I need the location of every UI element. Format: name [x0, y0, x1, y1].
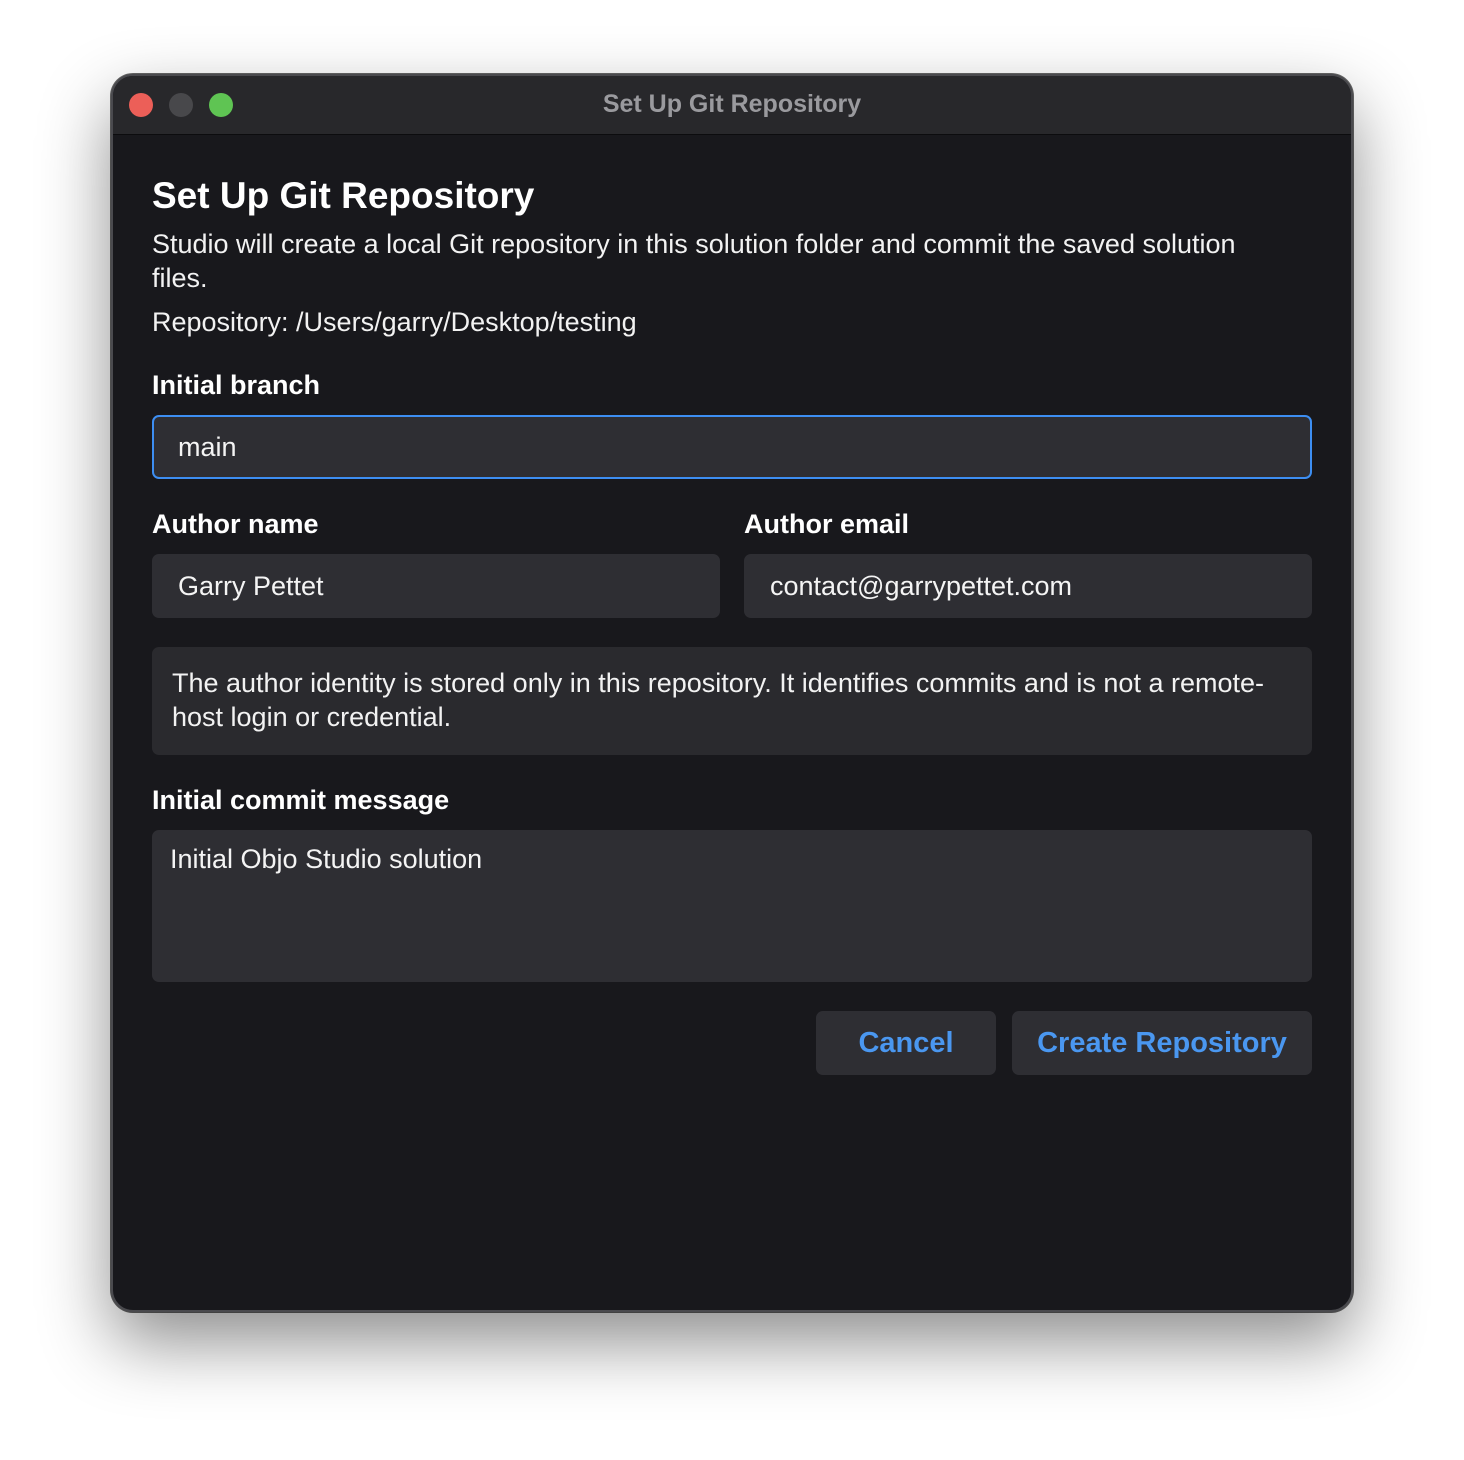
- window-title: Set Up Git Repository: [602, 90, 862, 118]
- dialog-description: Studio will create a local Git repositor…: [152, 229, 1236, 293]
- author-email-label: Author email: [744, 509, 910, 539]
- repository-path: Repository: /Users/garry/Desktop/testing: [152, 307, 637, 337]
- dialog-window: Set Up Git Repository Set Up Git Reposit…: [111, 74, 1353, 1312]
- cancel-button[interactable]: Cancel: [816, 1011, 996, 1075]
- dialog-heading: Set Up Git Repository: [152, 175, 535, 216]
- title-bar[interactable]: Set Up Git Repository: [113, 76, 1351, 135]
- author-name-input[interactable]: [152, 554, 720, 618]
- initial-branch-label: Initial branch: [152, 370, 321, 400]
- commit-message-label: Initial commit message: [152, 785, 450, 815]
- create-repository-button[interactable]: Create Repository: [1012, 1011, 1312, 1075]
- author-email-input[interactable]: [744, 554, 1312, 618]
- author-identity-note: The author identity is stored only in th…: [152, 647, 1312, 755]
- commit-message-textarea[interactable]: Initial Objo Studio solution: [152, 830, 1312, 982]
- author-name-label: Author name: [152, 509, 319, 539]
- initial-branch-input[interactable]: [152, 415, 1312, 479]
